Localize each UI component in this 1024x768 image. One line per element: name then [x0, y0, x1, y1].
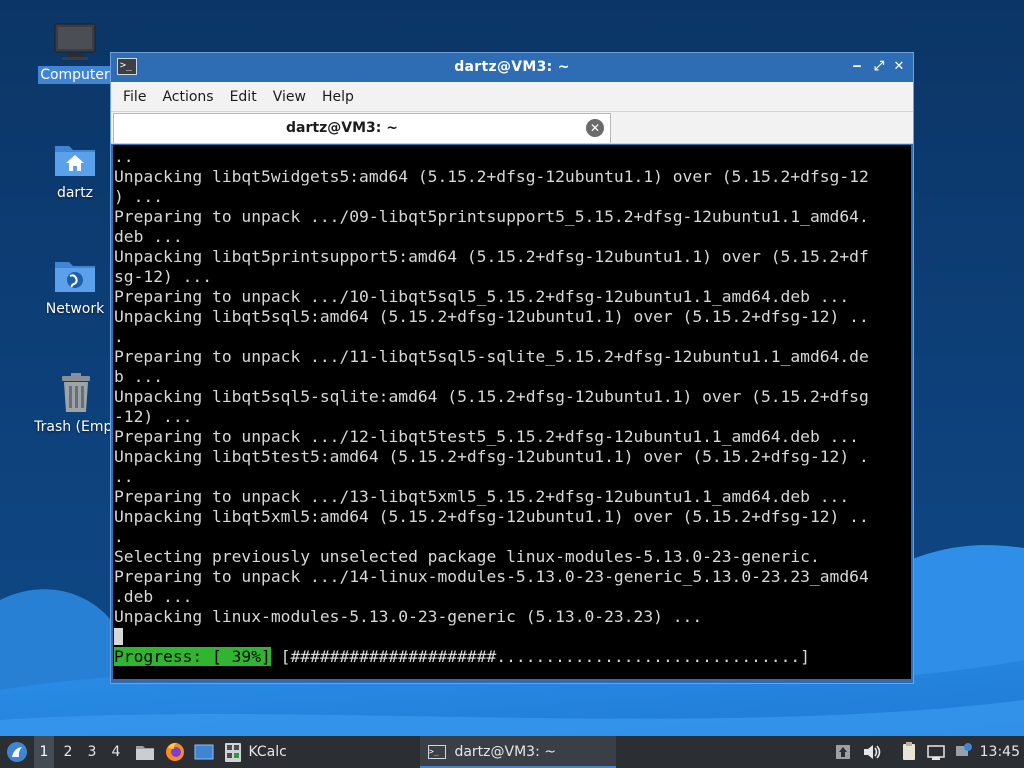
task-terminal-label: dartz@VM3: ~ — [454, 744, 556, 760]
terminal-line: .. — [114, 147, 134, 166]
tray-updates[interactable] — [834, 736, 852, 768]
task-kcalc-label: KCalc — [248, 744, 287, 760]
terminal-task-icon: >_ — [428, 745, 446, 759]
menu-actions[interactable]: Actions — [156, 85, 219, 109]
firefox-icon — [166, 742, 184, 761]
volume-icon — [864, 745, 881, 759]
terminal-line: -12) ... — [114, 407, 193, 426]
notification-icon — [956, 743, 972, 756]
workspace-2[interactable]: 2 — [58, 736, 78, 768]
computer-icon — [54, 23, 96, 60]
progress-label: Progress: [ 39%] — [114, 647, 271, 666]
menu-help[interactable]: Help — [316, 85, 360, 109]
terminal-line: Preparing to unpack .../12-libqt5test5_5… — [114, 427, 859, 446]
terminal-cursor-line — [114, 627, 911, 647]
terminal-line: Unpacking libqt5printsupport5:amd64 (5.1… — [114, 247, 869, 266]
window-titlebar[interactable]: >_ dartz@VM3: ~ ‒ ⤢ ✕ — [111, 53, 913, 82]
task-kcalc[interactable]: KCalc — [222, 736, 292, 768]
desktop-icon — [194, 744, 214, 760]
desktop-icon-home[interactable]: dartz — [38, 140, 112, 202]
calculator-icon — [225, 743, 241, 762]
terminal-line: Selecting previously unselected package … — [114, 547, 820, 566]
file-manager-icon — [136, 746, 154, 760]
taskbar: 1 2 3 4 KCalc >_ dartz@VM3: ~ 13:45 — [0, 736, 1024, 768]
terminal-cursor — [114, 628, 123, 645]
terminal-line: Preparing to unpack .../09-libqt5printsu… — [114, 207, 869, 226]
terminal-line: Preparing to unpack .../13-libqt5xml5_5.… — [114, 487, 850, 506]
workspace-4[interactable]: 4 — [106, 736, 126, 768]
terminal-line: Preparing to unpack .../14-linux-modules… — [114, 567, 869, 586]
desktop-icon-label: Network — [45, 301, 105, 317]
progress-bar: [#####################..................… — [280, 647, 810, 666]
network-folder-icon — [55, 262, 95, 292]
workspace-3[interactable]: 3 — [82, 736, 102, 768]
terminal-line: ) ... — [114, 187, 164, 206]
update-notifier-icon — [836, 745, 850, 759]
tray-volume[interactable] — [862, 736, 882, 768]
terminal-line: .deb ... — [114, 587, 193, 606]
terminal-line: deb ... — [114, 227, 183, 246]
window-title: dartz@VM3: ~ — [454, 59, 570, 75]
terminal-line: Unpacking libqt5xml5:amd64 (5.15.2+dfsg-… — [114, 507, 869, 526]
firefox-launcher[interactable] — [164, 736, 186, 768]
close-button[interactable]: ✕ — [889, 57, 909, 77]
tray-network[interactable] — [926, 736, 946, 768]
workspace-1[interactable]: 1 — [34, 736, 54, 768]
clock[interactable]: 13:45 — [980, 736, 1020, 768]
terminal-line: Preparing to unpack .../11-libqt5sql5-sq… — [114, 347, 869, 366]
clipboard-icon — [903, 742, 915, 760]
network-icon — [927, 745, 945, 760]
desktop-icon-label: Computer — [38, 66, 112, 84]
terminal-lines: .. Unpacking libqt5widgets5:amd64 (5.15.2… — [114, 147, 911, 627]
file-manager-launcher[interactable] — [134, 736, 156, 768]
tab-close-icon[interactable]: ✕ — [586, 119, 604, 137]
task-terminal[interactable]: >_ dartz@VM3: ~ — [420, 736, 616, 768]
home-folder-icon — [55, 146, 95, 176]
terminal-line: Unpacking linux-modules-5.13.0-23-generi… — [114, 607, 703, 626]
desktop-icon-label: Trash (Empt — [34, 419, 118, 435]
menu-file[interactable]: File — [117, 85, 152, 109]
terminal-line: . — [114, 527, 124, 546]
trash-icon — [62, 373, 90, 412]
minimize-button[interactable]: ‒ — [847, 57, 867, 77]
terminal-line: Unpacking libqt5sql5-sqlite:amd64 (5.15.… — [114, 387, 869, 406]
terminal-line: Unpacking libqt5widgets5:amd64 (5.15.2+d… — [114, 167, 869, 186]
tab-bar: dartz@VM3: ~ ✕ — [111, 112, 913, 144]
desktop-icon-network[interactable]: Network — [38, 256, 112, 318]
menu-edit[interactable]: Edit — [224, 85, 263, 109]
menu-view[interactable]: View — [267, 85, 312, 109]
desktop-icon-computer[interactable]: Computer — [38, 22, 112, 84]
terminal-line: sg-12) ... — [114, 267, 213, 286]
terminal-window: >_ dartz@VM3: ~ ‒ ⤢ ✕ File Actions Edit … — [110, 52, 914, 684]
tab-terminal[interactable]: dartz@VM3: ~ ✕ — [113, 113, 611, 143]
terminal-line: b ... — [114, 367, 164, 386]
progress-line: Progress: [ 39%] [#####################.… — [114, 647, 911, 667]
tray-notifications[interactable] — [954, 736, 974, 768]
terminal-line: Unpacking libqt5sql5:amd64 (5.15.2+dfsg-… — [114, 307, 869, 326]
tray-clipboard[interactable] — [900, 736, 918, 768]
menu-bar: File Actions Edit View Help — [111, 82, 913, 112]
maximize-button[interactable]: ⤢ — [869, 57, 889, 77]
terminal-output[interactable]: .. Unpacking libqt5widgets5:amd64 (5.15.2… — [113, 145, 911, 679]
show-desktop-button[interactable] — [193, 736, 215, 768]
terminal-line: . — [114, 327, 124, 346]
lubuntu-logo-icon — [7, 742, 27, 762]
start-menu-button[interactable] — [4, 736, 30, 768]
terminal-line: .. — [114, 467, 134, 486]
terminal-line: Unpacking libqt5test5:amd64 (5.15.2+dfsg… — [114, 447, 869, 466]
desktop-icon-label: dartz — [56, 185, 94, 201]
terminal-line: Preparing to unpack .../10-libqt5sql5_5.… — [114, 287, 850, 306]
tab-label: dartz@VM3: ~ — [286, 120, 398, 136]
